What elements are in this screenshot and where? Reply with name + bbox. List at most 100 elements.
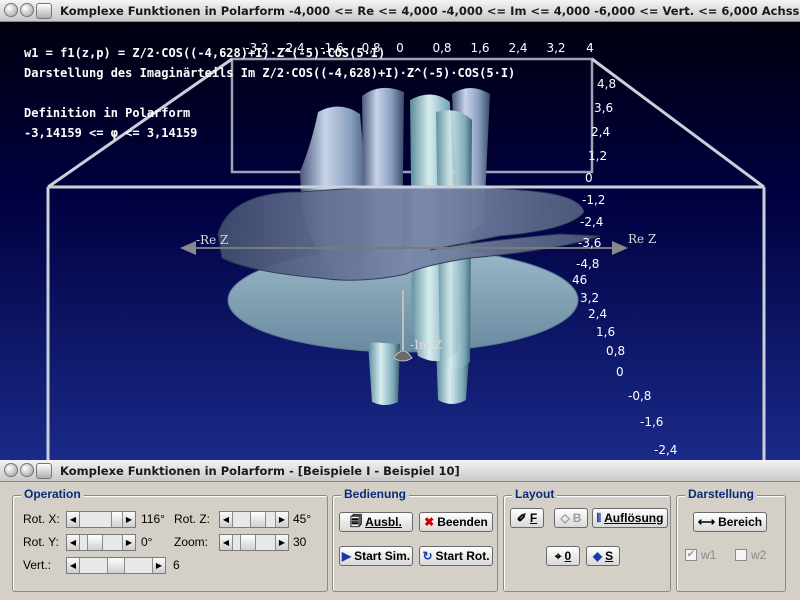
arrow-right-icon[interactable]: ▶ (275, 512, 288, 527)
right-tick: 1,6 (596, 325, 615, 339)
layout-group: Layout ✐ F ◇ B ⫼ Auflösung ⌖ 0 ◆ S (503, 487, 671, 592)
start-rot-label: Start Rot. (435, 549, 490, 563)
hide-icon: 🗐 (350, 513, 363, 528)
arrow-right-icon[interactable]: ▶ (152, 558, 165, 573)
right-tick: -2,4 (580, 215, 603, 229)
neg-re-label: -Re Z (196, 233, 228, 247)
layout-title: Layout (512, 487, 558, 501)
operation-title: Operation (21, 487, 84, 501)
window-menu-button[interactable] (4, 2, 18, 17)
background-color-button[interactable]: ◇ B (554, 508, 588, 528)
function-formula: w1 = f1(z,p) = Z/2·COS((-4,628)+I)·Z^(-5… (24, 46, 386, 60)
rot-y-label: Rot. Y: (23, 535, 59, 549)
bereich-button[interactable]: ⟷ Bereich (693, 512, 767, 532)
w2-checkbox[interactable]: ✔ (735, 549, 747, 561)
rot-x-label: Rot. X: (23, 512, 60, 526)
control-title-bar[interactable]: Komplexe Funktionen in Polarform - [Beis… (0, 460, 800, 482)
surface-plot: -3,2 -2,4 -1,6 -0,8 0 0,8 1,6 2,4 3,2 4 … (46, 41, 766, 460)
top-tick: 2,4 (508, 41, 527, 55)
zoom-slider[interactable]: ◀ ▶ (219, 534, 289, 551)
control-minimize-button[interactable] (20, 462, 34, 477)
right-tick: 3,2 (580, 291, 599, 305)
phi-range: -3,14159 <= φ <= 3,14159 (24, 126, 198, 140)
rot-z-value: 45° (293, 512, 312, 526)
window-restore-button[interactable] (36, 2, 52, 19)
zoom-value: 30 (293, 535, 307, 549)
play-icon: ▶ (341, 549, 352, 563)
ausblenden-button[interactable]: 🗐 Ausbl. (339, 512, 413, 532)
fill-color-label: F (529, 511, 538, 525)
plot-viewport[interactable]: -3,2 -2,4 -1,6 -0,8 0 0,8 1,6 2,4 3,2 4 … (0, 22, 800, 460)
resolution-icon: ⫼ (596, 512, 602, 524)
slider-thumb[interactable] (250, 512, 266, 527)
vert-slider[interactable]: ◀ ▶ (66, 557, 166, 574)
darstellung-group: Darstellung ⟷ Bereich ✔ w1 ✔ w2 (676, 487, 786, 592)
arrow-right-icon[interactable]: ▶ (122, 512, 135, 527)
save-layout-button[interactable]: ◆ S (586, 546, 620, 566)
rot-z-slider[interactable]: ◀ ▶ (219, 511, 289, 528)
w1-label: w1 (701, 548, 717, 562)
arrow-left-icon[interactable]: ◀ (67, 535, 80, 550)
beenden-label: Beenden (437, 515, 488, 529)
definition-heading: Definition in Polarform (24, 106, 191, 120)
top-tick: 1,6 (470, 41, 489, 55)
window-minimize-button[interactable] (20, 2, 34, 17)
arrow-right-icon[interactable]: ▶ (275, 535, 288, 550)
main-window-title: Komplexe Funktionen in Polarform -4,000 … (60, 3, 800, 18)
right-tick: 1,2 (588, 149, 607, 163)
arrow-left-icon[interactable]: ◀ (220, 512, 233, 527)
eraser-icon: ◇ (560, 511, 570, 525)
right-tick: -2,4 (654, 443, 677, 457)
arrow-right-icon[interactable]: ▶ (122, 535, 135, 550)
right-tick: -1,2 (582, 193, 605, 207)
arrow-left-icon[interactable]: ◀ (220, 535, 233, 550)
start-rot-button[interactable]: ↻ Start Rot. (419, 546, 493, 566)
right-tick: -3,6 (578, 236, 601, 250)
aufloesung-label: Auflösung (604, 511, 664, 525)
slider-thumb[interactable] (107, 558, 125, 573)
vert-label: Vert.: (23, 558, 52, 572)
bedienung-title: Bedienung (341, 487, 409, 501)
control-restore-button[interactable] (36, 462, 52, 479)
vert-value: 6 (173, 558, 180, 572)
w2-label: w2 (751, 548, 767, 562)
upper-sheet (217, 185, 601, 281)
right-tick: 0,8 (606, 344, 625, 358)
control-menu-button[interactable] (4, 462, 18, 477)
rot-y-slider[interactable]: ◀ ▶ (66, 534, 136, 551)
right-tick: 0 (585, 171, 593, 185)
origin-button[interactable]: ⌖ 0 (546, 546, 580, 566)
bereich-label: Bereich (718, 515, 763, 529)
darstellung-title: Darstellung (685, 487, 758, 501)
rotate-icon: ↻ (422, 549, 433, 563)
slider-thumb[interactable] (87, 535, 103, 550)
arrow-left-icon[interactable]: ◀ (67, 512, 80, 527)
range-icon: ⟷ (697, 515, 716, 529)
crosshair-icon: ⌖ (554, 548, 562, 563)
start-sim-label: Start Sim. (354, 549, 411, 563)
rot-z-label: Rot. Z: (174, 512, 211, 526)
beenden-button[interactable]: ✖ Beenden (419, 512, 493, 532)
rot-x-slider[interactable]: ◀ ▶ (66, 511, 136, 528)
right-tick: 2,4 (591, 125, 610, 139)
display-description: Darstellung des Imaginärteils Im Z/2·COS… (24, 66, 516, 80)
lower-tube-left (368, 342, 400, 405)
w1-checkbox[interactable]: ✔ (685, 549, 697, 561)
bedienung-group: Bedienung 🗐 Ausbl. ✖ Beenden ▶ Start Sim… (332, 487, 498, 592)
main-title-bar[interactable]: Komplexe Funktionen in Polarform -4,000 … (0, 0, 800, 22)
fill-color-button[interactable]: ✐ F (510, 508, 544, 528)
top-tick: 0,8 (432, 41, 451, 55)
control-panel: Operation Rot. X: ◀ ▶ 116° Rot. Y: ◀ ▶ 0… (0, 483, 800, 600)
pos-re-arrow (612, 241, 628, 255)
slider-thumb[interactable] (240, 535, 256, 550)
neg-re-arrow (180, 241, 196, 255)
paint-bucket-icon: ◆ (592, 549, 603, 563)
right-tick: -0,8 (628, 389, 651, 403)
operation-group: Operation Rot. X: ◀ ▶ 116° Rot. Y: ◀ ▶ 0… (12, 487, 328, 592)
top-tick: 0 (396, 41, 404, 55)
arrow-left-icon[interactable]: ◀ (67, 558, 80, 573)
aufloesung-button[interactable]: ⫼ Auflösung (592, 508, 668, 528)
start-sim-button[interactable]: ▶ Start Sim. (339, 546, 413, 566)
im-label: -Im Z (410, 338, 442, 352)
zoom-label: Zoom: (174, 535, 209, 549)
